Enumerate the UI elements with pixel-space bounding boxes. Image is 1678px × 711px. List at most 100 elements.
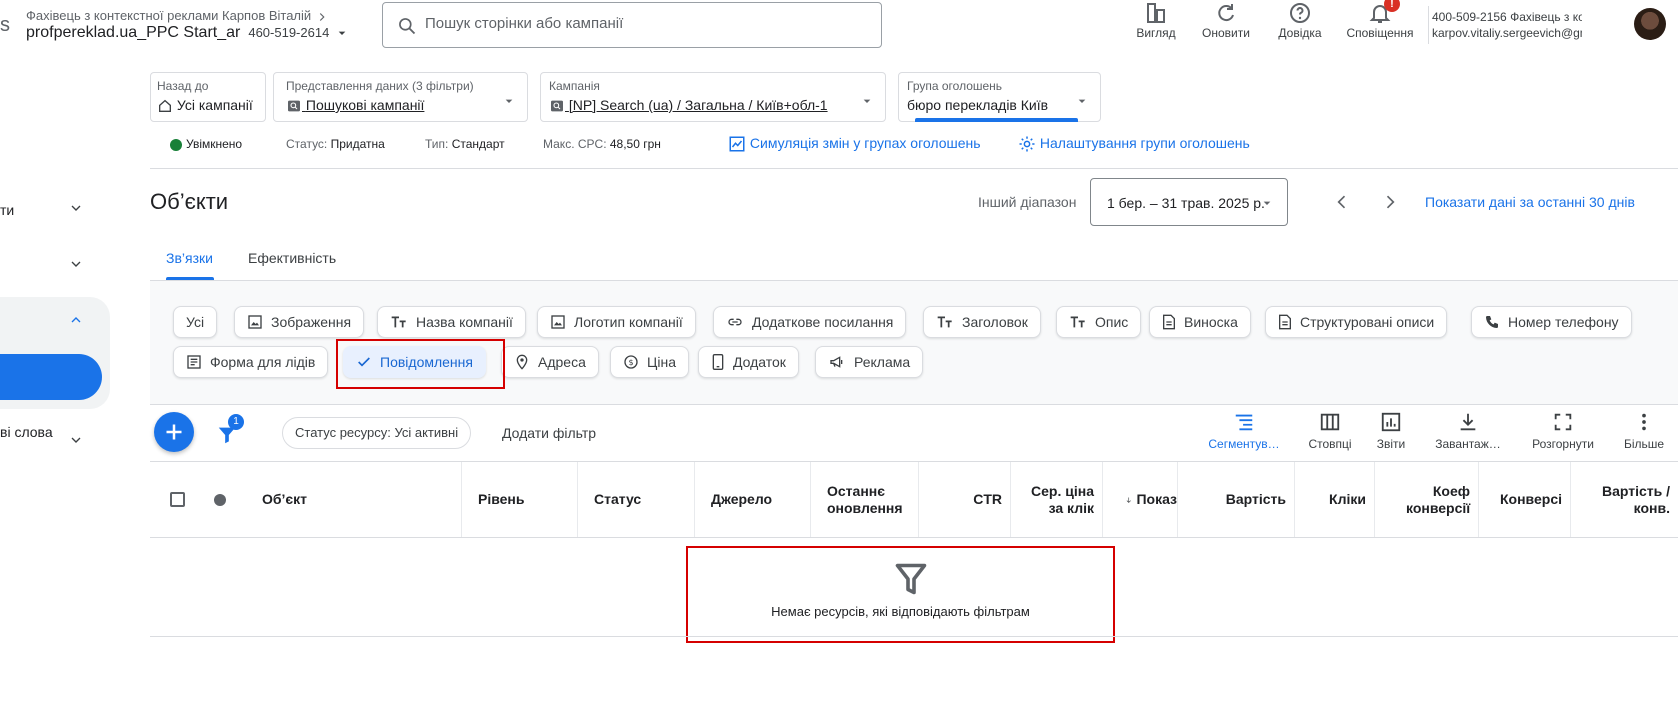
expand-button[interactable]: Розгорнути	[1526, 411, 1600, 451]
max-cpc-info: Макс. CPC: 48,50 грн	[543, 137, 661, 151]
tab-performance[interactable]: Ефективність	[248, 250, 336, 266]
more-icon	[1642, 413, 1646, 431]
chevron-up-icon[interactable]	[68, 312, 84, 328]
more-button[interactable]: Більше	[1620, 411, 1668, 451]
link-icon	[728, 318, 742, 326]
chip-phone-number[interactable]: Номер телефону	[1471, 306, 1632, 338]
filter-button[interactable]: 1	[216, 414, 244, 444]
caret-down-icon	[1263, 201, 1271, 205]
chip-lead-form[interactable]: Форма для лідів	[173, 346, 329, 378]
col-impressions[interactable]: Показ	[1103, 462, 1178, 537]
highlight-message-chip	[336, 339, 505, 389]
chevron-down-icon[interactable]	[68, 432, 84, 448]
avatar[interactable]	[1634, 8, 1666, 40]
account-selector[interactable]: profpereklad.ua_PPC Start_ar 460-519-2614	[26, 24, 350, 42]
col-asset[interactable]: Об’єкт	[246, 462, 462, 537]
enabled-status: Увімкнено	[170, 137, 242, 151]
text-icon	[1070, 316, 1085, 328]
account-line-1: 400-509-2156 Фахівець з кон…	[1432, 10, 1582, 24]
chevron-left-icon[interactable]	[1332, 192, 1352, 212]
columns-button[interactable]: Стовпці	[1302, 411, 1358, 451]
segment-icon	[1235, 414, 1253, 431]
segment-button[interactable]: Сегментув…	[1206, 411, 1282, 451]
chip-app[interactable]: Додаток	[698, 346, 799, 378]
megaphone-icon	[830, 356, 843, 368]
refresh-button[interactable]: Оновити	[1188, 0, 1264, 48]
data-view-selector[interactable]: Представлення даних (3 фільтри) Пошукові…	[273, 72, 528, 122]
enabled-dot-icon	[170, 138, 182, 151]
sidebar-item-keywords[interactable]: ві слова	[0, 424, 53, 440]
chip-price[interactable]: $ Ціна	[610, 346, 689, 378]
breadcrumb-parent[interactable]: Фахівець з контекстної реклами Карпов Ві…	[26, 8, 329, 24]
last-30-days-link[interactable]: Показати дані за останні 30 днів	[1425, 194, 1635, 210]
chip-promotion[interactable]: Реклама	[815, 346, 924, 378]
col-cost[interactable]: Вартість	[1178, 462, 1295, 537]
simulation-link[interactable]: Симуляція змін у групах оголошень	[728, 135, 981, 153]
home-icon	[159, 100, 171, 113]
chip-business-name[interactable]: Назва компанії	[377, 306, 526, 338]
chevron-down-icon[interactable]	[68, 256, 84, 272]
col-cost-per-conv[interactable]: Вартість / конв.	[1571, 462, 1678, 537]
app-logo-fragment: s	[0, 14, 10, 36]
col-last-updated[interactable]: Останнє оновлення	[811, 462, 919, 537]
appearance-button[interactable]: Вигляд	[1118, 0, 1194, 48]
phone-icon	[1486, 316, 1498, 328]
arrow-down-icon	[1126, 497, 1131, 503]
chevron-down-icon[interactable]	[68, 200, 84, 216]
ad-group-selector[interactable]: Група оголошень бюро перекладів Київ	[898, 72, 1101, 122]
help-button[interactable]: Довідка	[1262, 0, 1338, 48]
add-filter-button[interactable]: Додати фільтр	[502, 425, 596, 441]
chip-all[interactable]: Усі	[173, 306, 218, 338]
page-title: Об’єкти	[150, 189, 229, 214]
tab-links[interactable]: Зв’язки	[166, 250, 213, 266]
chip-sitelink[interactable]: Додаткове посилання	[713, 306, 907, 338]
add-button[interactable]	[154, 412, 194, 452]
col-conversions[interactable]: Конверсі	[1479, 462, 1571, 537]
text-icon	[391, 316, 406, 328]
select-all-checkbox[interactable]	[170, 492, 185, 507]
chip-images[interactable]: Зображення	[234, 306, 365, 338]
caret-down-icon	[338, 31, 346, 35]
expand-icon	[1554, 413, 1572, 431]
reports-button[interactable]: Звіти	[1370, 411, 1412, 451]
chart-icon	[729, 136, 745, 152]
date-range-picker[interactable]: 1 бер. – 31 трав. 2025 р.	[1090, 178, 1288, 226]
chip-description[interactable]: Опис	[1056, 306, 1142, 338]
search-input[interactable]	[425, 15, 865, 32]
chevron-right-icon[interactable]	[1380, 192, 1400, 212]
ad-group-active-indicator	[915, 118, 1078, 122]
top-bar: s Фахівець з контекстної реклами Карпов …	[0, 0, 1678, 52]
col-status[interactable]: Статус	[578, 462, 695, 537]
highlight-empty-state	[686, 546, 1115, 643]
search-campaign-icon	[288, 100, 300, 112]
ad-group-settings-link[interactable]: Налаштування групи оголошень	[1018, 135, 1250, 153]
notifications-button[interactable]: ! Сповіщення	[1340, 0, 1420, 48]
chip-location[interactable]: Адреса	[501, 346, 599, 378]
col-conv-rate[interactable]: Коеф конверсії	[1375, 462, 1479, 537]
gear-icon	[1019, 136, 1035, 152]
back-to-card[interactable]: Назад до Усі кампанії	[150, 72, 266, 122]
chip-structured-snippets[interactable]: Структуровані описи	[1265, 306, 1448, 338]
status-filter-chip[interactable]: Статус ресурсу: Усі активні	[282, 417, 472, 449]
col-level[interactable]: Рівень	[462, 462, 578, 537]
sidebar-item-active[interactable]	[0, 354, 102, 400]
refresh-icon	[1218, 4, 1234, 22]
col-avg-cpc[interactable]: Сер. ціна за клік	[1011, 462, 1103, 537]
plus-icon	[166, 424, 182, 440]
range-label: Інший діапазон	[978, 194, 1077, 210]
col-ctr[interactable]: CTR	[919, 462, 1011, 537]
download-icon	[1460, 413, 1476, 431]
col-source[interactable]: Джерело	[695, 462, 811, 537]
chip-business-logo[interactable]: Логотип компанії	[537, 306, 696, 338]
info-divider	[150, 168, 1678, 169]
download-button[interactable]: Завантаж…	[1430, 411, 1506, 451]
search-campaign-icon	[551, 100, 563, 112]
chip-callout[interactable]: Виноска	[1149, 306, 1251, 338]
chip-headline[interactable]: Заголовок	[923, 306, 1041, 338]
col-clicks[interactable]: Кліки	[1295, 462, 1375, 537]
sidebar-item-1[interactable]: ти	[0, 202, 14, 218]
svg-text:$: $	[628, 358, 633, 367]
campaign-selector[interactable]: Кампанія [NP] Search (ua) / Загальна / К…	[540, 72, 886, 122]
search-box[interactable]	[382, 2, 882, 48]
account-info[interactable]: 400-509-2156 Фахівець з кон… karpov.vita…	[1432, 9, 1582, 41]
